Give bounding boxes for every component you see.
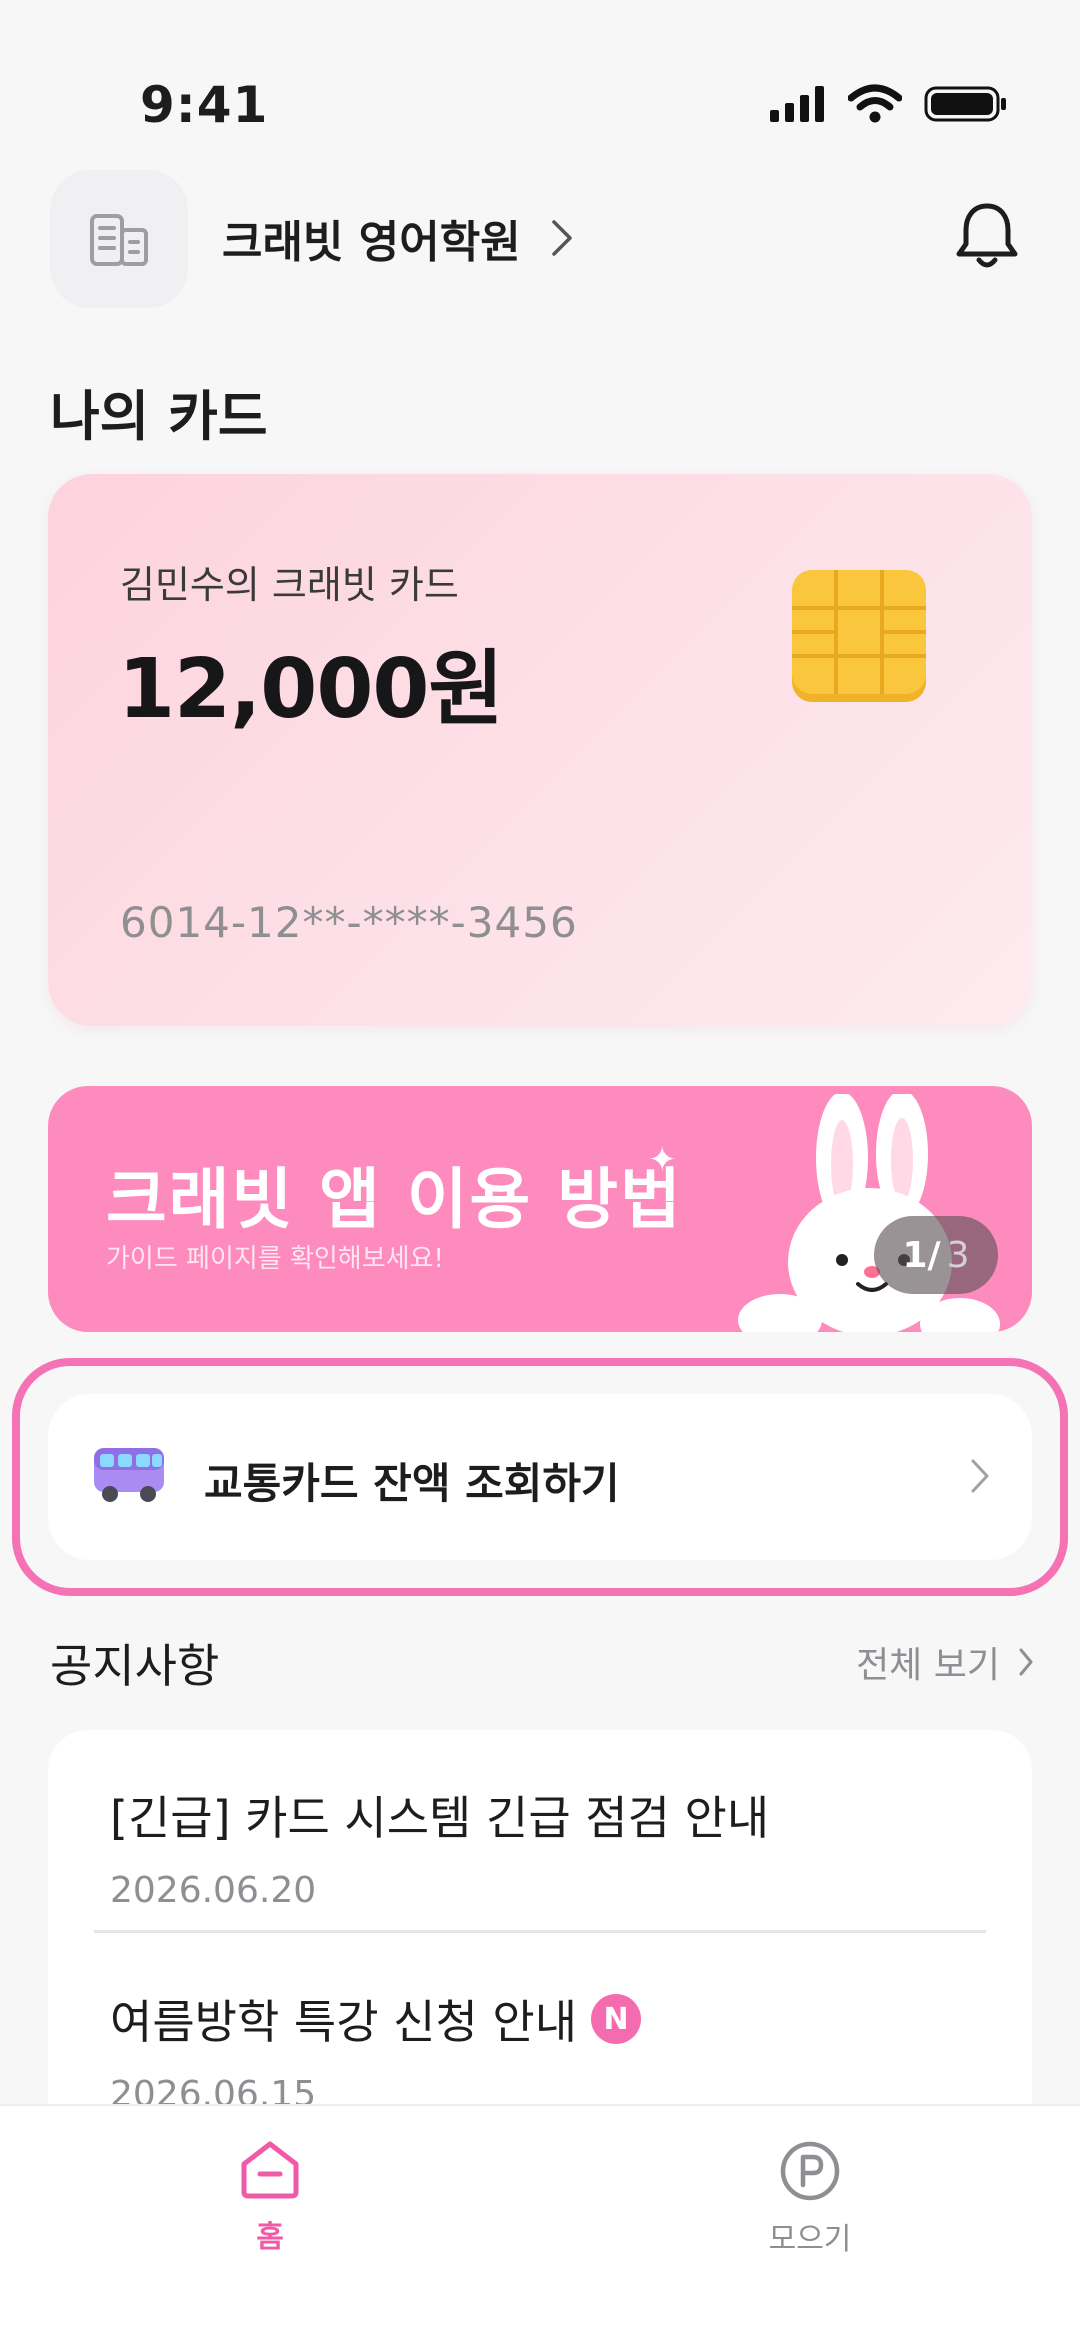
chevron-right-icon	[1019, 1648, 1033, 1676]
card-owner: 김민수의 크래빗 카드	[120, 563, 459, 607]
home-icon	[241, 2141, 299, 2199]
chevron-right-icon	[971, 1459, 989, 1493]
my-card[interactable]: 김민수의 크래빗 카드 12,000원 6014-12**-****-3456	[48, 474, 1032, 1026]
signal-icon	[770, 86, 824, 122]
pager-current: 1/	[902, 1234, 941, 1276]
notice-item[interactable]: [긴급] 카드 시스템 긴급 점검 안내 2026.06.20	[110, 1782, 970, 1911]
notice-title: 여름방학 특강 신청 안내 N	[110, 1986, 970, 2052]
notice-title-text: 여름방학 특강 신청 안내	[110, 1995, 578, 2049]
chevron-right-icon	[551, 220, 572, 256]
wifi-icon	[848, 84, 902, 123]
card-chip-icon	[792, 570, 926, 702]
status-bar: 9:41	[0, 0, 1080, 160]
nav-collect[interactable]: 모으기	[730, 2140, 890, 2258]
card-balance: 12,000원	[118, 642, 504, 737]
banner-pager: 1/ 3	[874, 1216, 998, 1294]
header: 크래빗 영어학원	[0, 160, 1080, 310]
notices-title: 공지사항	[50, 1639, 220, 1693]
my-card-title: 나의 카드	[50, 385, 268, 448]
pager-total: 3	[946, 1234, 970, 1276]
building-icon	[90, 214, 148, 266]
view-all-label: 전체 보기	[856, 1645, 1000, 1686]
org-selector[interactable]: 크래빗 영어학원	[222, 206, 573, 270]
battery-icon	[924, 86, 1006, 122]
card-number: 6014-12**-****-3456	[120, 898, 578, 947]
nav-home[interactable]: 홈	[190, 2140, 350, 2256]
transit-label: 교통카드 잔액 조회하기	[204, 1459, 620, 1508]
org-logo[interactable]	[50, 170, 188, 308]
banner-subtitle: 가이드 페이지를 확인해보세요!	[106, 1244, 444, 1274]
bus-icon	[94, 1448, 164, 1502]
notice-item[interactable]: 여름방학 특강 신청 안내 N 2026.06.15	[110, 1986, 970, 2115]
nav-home-label: 홈	[256, 2220, 284, 2255]
banner-title: 크래빗 앱 이용 방법	[106, 1161, 683, 1238]
new-badge: N	[591, 1994, 642, 2044]
guide-banner[interactable]: 크래빗 앱 이용 방법 ✦ 가이드 페이지를 확인해보세요! 1/ 3	[48, 1086, 1032, 1332]
notice-title: [긴급] 카드 시스템 긴급 점검 안내	[110, 1782, 970, 1848]
notices-list: [긴급] 카드 시스템 긴급 점검 안내 2026.06.20 여름방학 특강 …	[48, 1730, 1032, 2150]
transit-balance-button[interactable]: 교통카드 잔액 조회하기	[48, 1394, 1032, 1560]
org-name: 크래빗 영어학원	[222, 217, 521, 268]
bottom-nav: 홈 모으기	[0, 2104, 1080, 2340]
notice-date: 2026.06.20	[110, 1870, 317, 1911]
status-icons	[770, 84, 1010, 124]
status-time: 9:41	[140, 76, 269, 134]
sparkle-icon: ✦	[648, 1140, 677, 1180]
points-icon	[780, 2141, 840, 2201]
bell-icon[interactable]	[952, 200, 1022, 274]
notice-title-text: [긴급] 카드 시스템 긴급 점검 안내	[110, 1791, 770, 1845]
divider	[94, 1930, 986, 1933]
bunny-mascot-icon	[738, 1094, 1000, 1332]
nav-collect-label: 모으기	[768, 2222, 852, 2257]
view-all-link[interactable]: 전체 보기	[856, 1636, 1034, 1688]
